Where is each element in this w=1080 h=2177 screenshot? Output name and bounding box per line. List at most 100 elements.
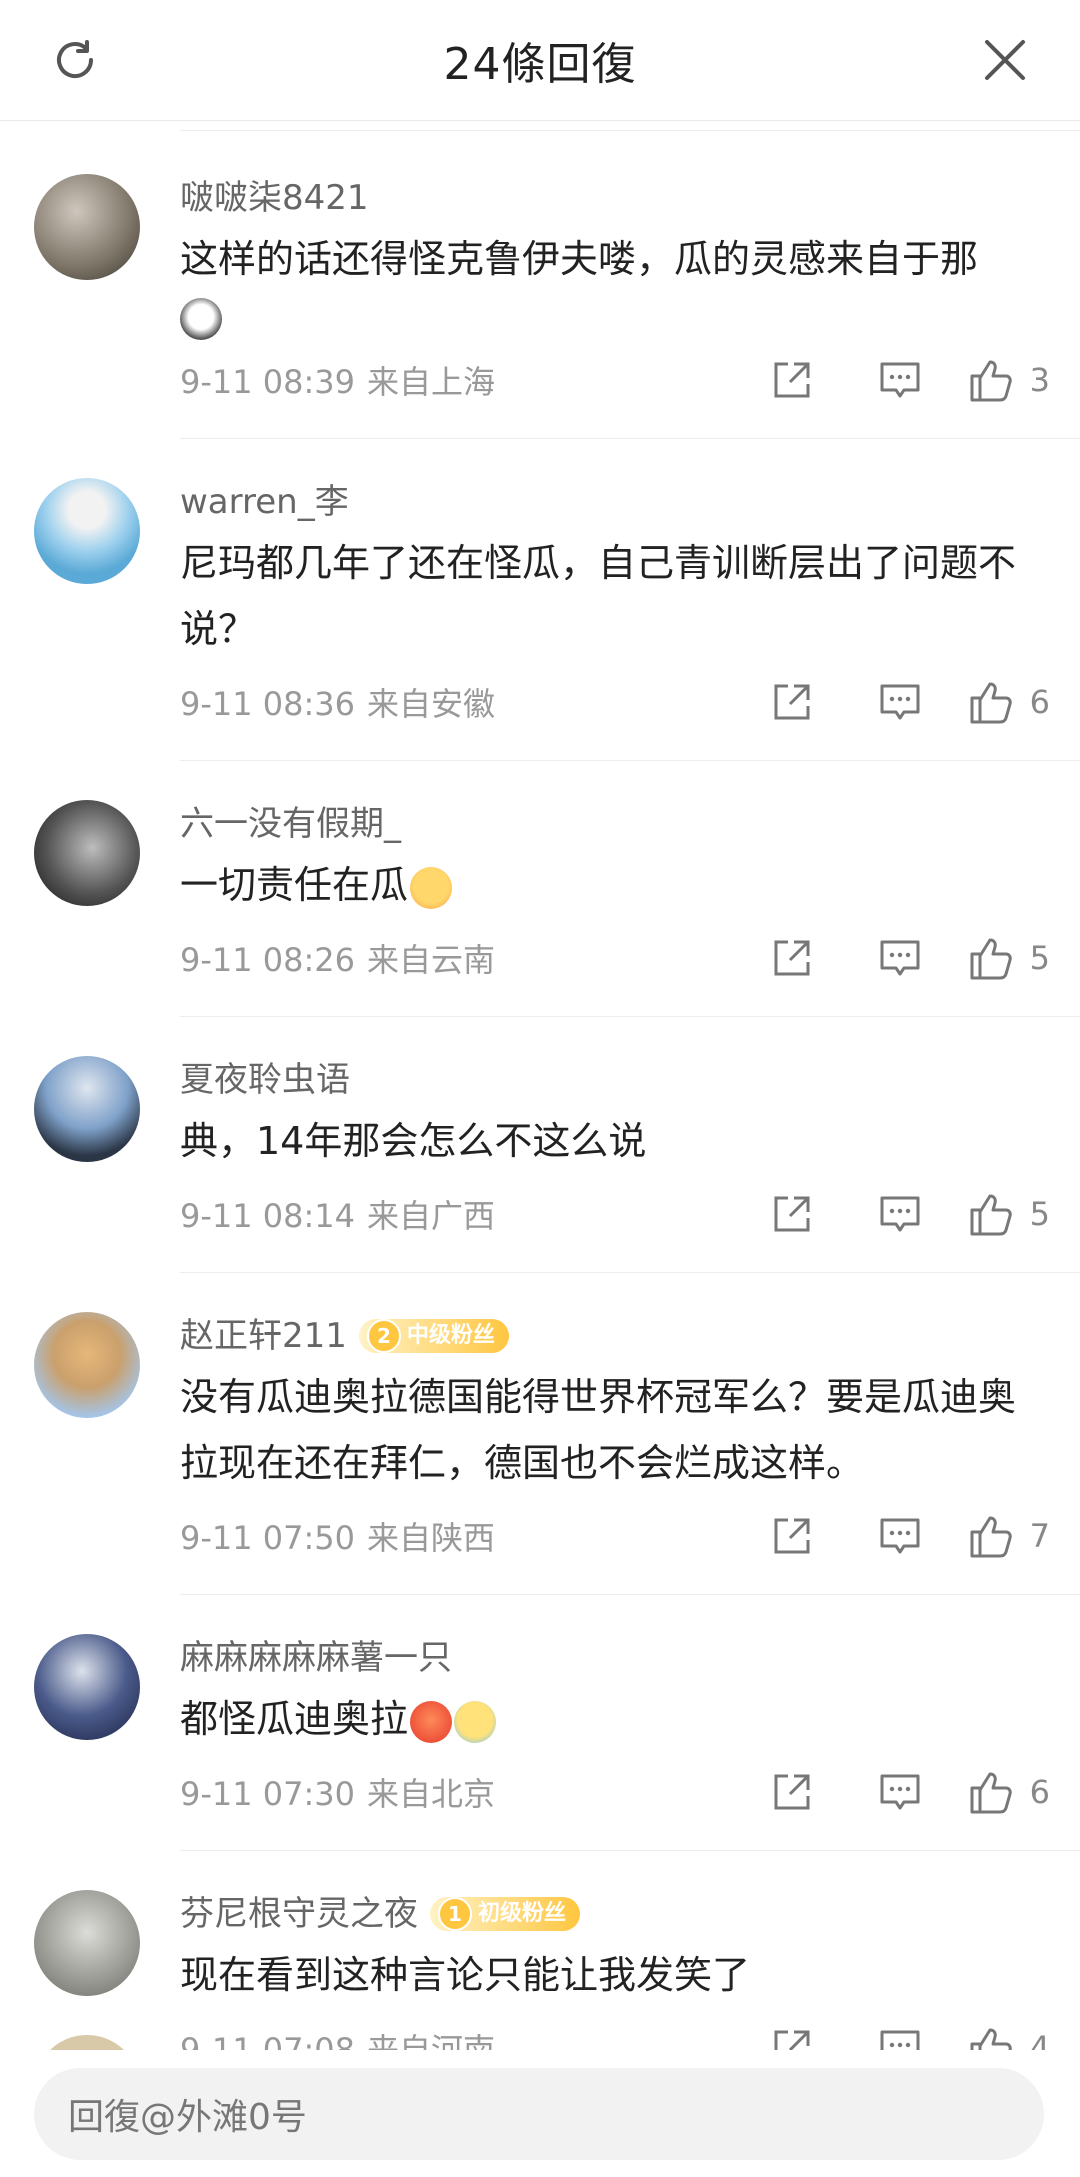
like-button[interactable]: 6 <box>968 1768 1050 1816</box>
location: 来自安徽 <box>367 685 496 723</box>
share-button[interactable] <box>752 1184 832 1244</box>
share-button[interactable] <box>752 1762 832 1822</box>
timestamp-location: 9-11 08:14 来自广西 <box>180 1191 724 1237</box>
username-row: 麻麻麻麻麻薯一只 <box>180 1594 1080 1680</box>
share-icon <box>774 940 810 976</box>
comment-meta: 9-11 08:26 来自云南 5 <box>180 928 1080 1016</box>
timestamp-location: 9-11 07:50 来自陕西 <box>180 1513 724 1559</box>
badge-level: 2 <box>366 1319 401 1353</box>
reply-icon <box>880 1196 920 1232</box>
username[interactable]: 六一没有假期_ <box>180 802 401 846</box>
avatar[interactable] <box>34 174 140 280</box>
comment-meta: 9-11 08:14 来自广西 5 <box>180 1184 1080 1272</box>
username[interactable]: 芬尼根守灵之夜 <box>180 1892 418 1936</box>
thumbs-up-icon <box>970 938 1012 980</box>
thumbs-up-icon <box>970 1194 1012 1236</box>
reply-button[interactable] <box>860 1506 940 1566</box>
comment-item[interactable]: 六一没有假期_ 一切责任在瓜 9-11 08:26 来自云南 5 <box>0 760 1080 1017</box>
comment-text-content: 都怪瓜迪奥拉 <box>180 1697 409 1741</box>
comment-text-content: 现在看到这种言论只能让我发笑了 <box>180 1953 751 1997</box>
close-icon <box>985 40 1025 80</box>
timestamp-location: 9-11 08:39 来自上海 <box>180 357 724 403</box>
share-icon <box>774 1518 810 1554</box>
reply-button[interactable] <box>860 350 940 410</box>
share-button[interactable] <box>752 350 832 410</box>
comment-text: 一切责任在瓜 <box>180 852 1080 918</box>
like-button[interactable]: 6 <box>968 678 1050 726</box>
timestamp: 9-11 08:14 <box>180 1197 356 1235</box>
comment-text: 都怪瓜迪奥拉 <box>180 1686 1080 1752</box>
username[interactable]: warren_李 <box>180 480 349 524</box>
comment-item[interactable]: 麻麻麻麻麻薯一只 都怪瓜迪奥拉 9-11 07:30 来自北京 6 <box>0 1594 1080 1851</box>
username[interactable]: 啵啵柒8421 <box>180 176 369 220</box>
reply-icon <box>880 940 920 976</box>
comment-meta: 9-11 07:30 来自北京 6 <box>180 1762 1080 1850</box>
location: 来自广西 <box>367 1197 496 1235</box>
username[interactable]: 赵正轩211 <box>180 1314 347 1358</box>
timestamp: 9-11 08:26 <box>180 941 356 979</box>
location: 来自北京 <box>367 1775 496 1813</box>
location: 来自上海 <box>367 363 496 401</box>
comment-item[interactable]: 芬尼根守灵之夜 1 初级粉丝 现在看到这种言论只能让我发笑了 9-11 07:08 来自河… <box>0 1850 1080 2050</box>
thumbs-up-icon <box>970 1772 1012 1814</box>
reply-button[interactable] <box>860 672 940 732</box>
comment-actions: 3 <box>724 350 1050 410</box>
share-icon <box>774 684 810 720</box>
reply-icon <box>880 362 920 398</box>
comment-actions: 6 <box>724 1762 1050 1822</box>
avatar[interactable] <box>34 1312 140 1418</box>
timestamp: 9-11 07:50 <box>180 1519 356 1557</box>
close-button[interactable] <box>975 30 1035 90</box>
timestamp: 9-11 08:36 <box>180 685 356 723</box>
comment-item[interactable]: 啵啵柒8421 这样的话还得怪克鲁伊夫喽，瓜的灵感来自于那 9-11 08:39 来自… <box>0 134 1080 439</box>
avatar[interactable] <box>34 478 140 584</box>
reply-button[interactable] <box>860 928 940 988</box>
share-button[interactable] <box>752 672 832 732</box>
badge-label: 中级粉丝 <box>406 1323 495 1348</box>
avatar[interactable] <box>34 800 140 906</box>
timestamp: 9-11 08:39 <box>180 363 356 401</box>
comment-item[interactable]: 夏夜聆虫语 典，14年那会怎么不这么说 9-11 08:14 来自广西 5 <box>0 1016 1080 1273</box>
reply-placeholder: 回復@外滩0号 <box>68 2097 307 2138</box>
reply-input[interactable]: 回復@外滩0号 <box>34 2068 1044 2160</box>
share-button[interactable] <box>752 928 832 988</box>
like-button[interactable]: 3 <box>968 356 1050 404</box>
like-count: 6 <box>1029 683 1050 721</box>
like-button[interactable]: 5 <box>968 1190 1050 1238</box>
like-button[interactable]: 7 <box>968 1512 1050 1560</box>
reply-button[interactable] <box>860 1762 940 1822</box>
location: 来自云南 <box>367 941 496 979</box>
like-count: 7 <box>1029 1517 1050 1555</box>
comment-list[interactable]: 啵啵柒8421 这样的话还得怪克鲁伊夫喽，瓜的灵感来自于那 9-11 08:39 来自… <box>0 120 1080 2050</box>
thumbs-up-icon <box>970 1516 1012 1558</box>
fan-badge: 2 中级粉丝 <box>358 1319 509 1353</box>
comment-item[interactable]: warren_李 尼玛都几年了还在怪瓜，自己青训断层出了问题不说？ 9-11 08:… <box>0 438 1080 761</box>
avatar[interactable] <box>34 1634 140 1740</box>
reply-button[interactable] <box>860 1184 940 1244</box>
share-icon <box>774 362 810 398</box>
username-row: 夏夜聆虫语 <box>180 1016 1080 1102</box>
share-icon <box>774 1196 810 1232</box>
divider <box>180 130 1080 131</box>
username[interactable]: 夏夜聆虫语 <box>180 1058 350 1102</box>
username-row: 赵正轩211 2 中级粉丝 <box>180 1272 1080 1358</box>
yum-emoji <box>410 866 453 909</box>
comment-text: 现在看到这种言论只能让我发笑了 <box>180 1942 1080 2008</box>
comment-actions: 5 <box>724 928 1050 988</box>
username-row: 芬尼根守灵之夜 1 初级粉丝 <box>180 1850 1080 1936</box>
badge-label: 初级粉丝 <box>478 1901 567 1926</box>
like-button[interactable]: 5 <box>968 934 1050 982</box>
username[interactable]: 麻麻麻麻麻薯一只 <box>180 1636 452 1680</box>
avatar[interactable] <box>34 1056 140 1162</box>
comment-text-content: 这样的话还得怪克鲁伊夫喽，瓜的灵感来自于那 <box>180 237 979 281</box>
like-count: 6 <box>1029 1773 1050 1811</box>
comment-meta: 9-11 08:39 来自上海 3 <box>180 350 1080 438</box>
avatar[interactable] <box>34 1890 140 1996</box>
crying-emoji <box>454 1700 497 1743</box>
comment-item[interactable]: 赵正轩211 2 中级粉丝 没有瓜迪奥拉德国能得世界杯冠军么？要是瓜迪奥拉现在还在拜仁… <box>0 1272 1080 1595</box>
next-comment-partial <box>34 2035 1034 2050</box>
fan-badge: 1 初级粉丝 <box>430 1897 581 1931</box>
reply-icon <box>880 1774 920 1810</box>
share-button[interactable] <box>752 1506 832 1566</box>
refresh-button[interactable] <box>45 30 105 90</box>
